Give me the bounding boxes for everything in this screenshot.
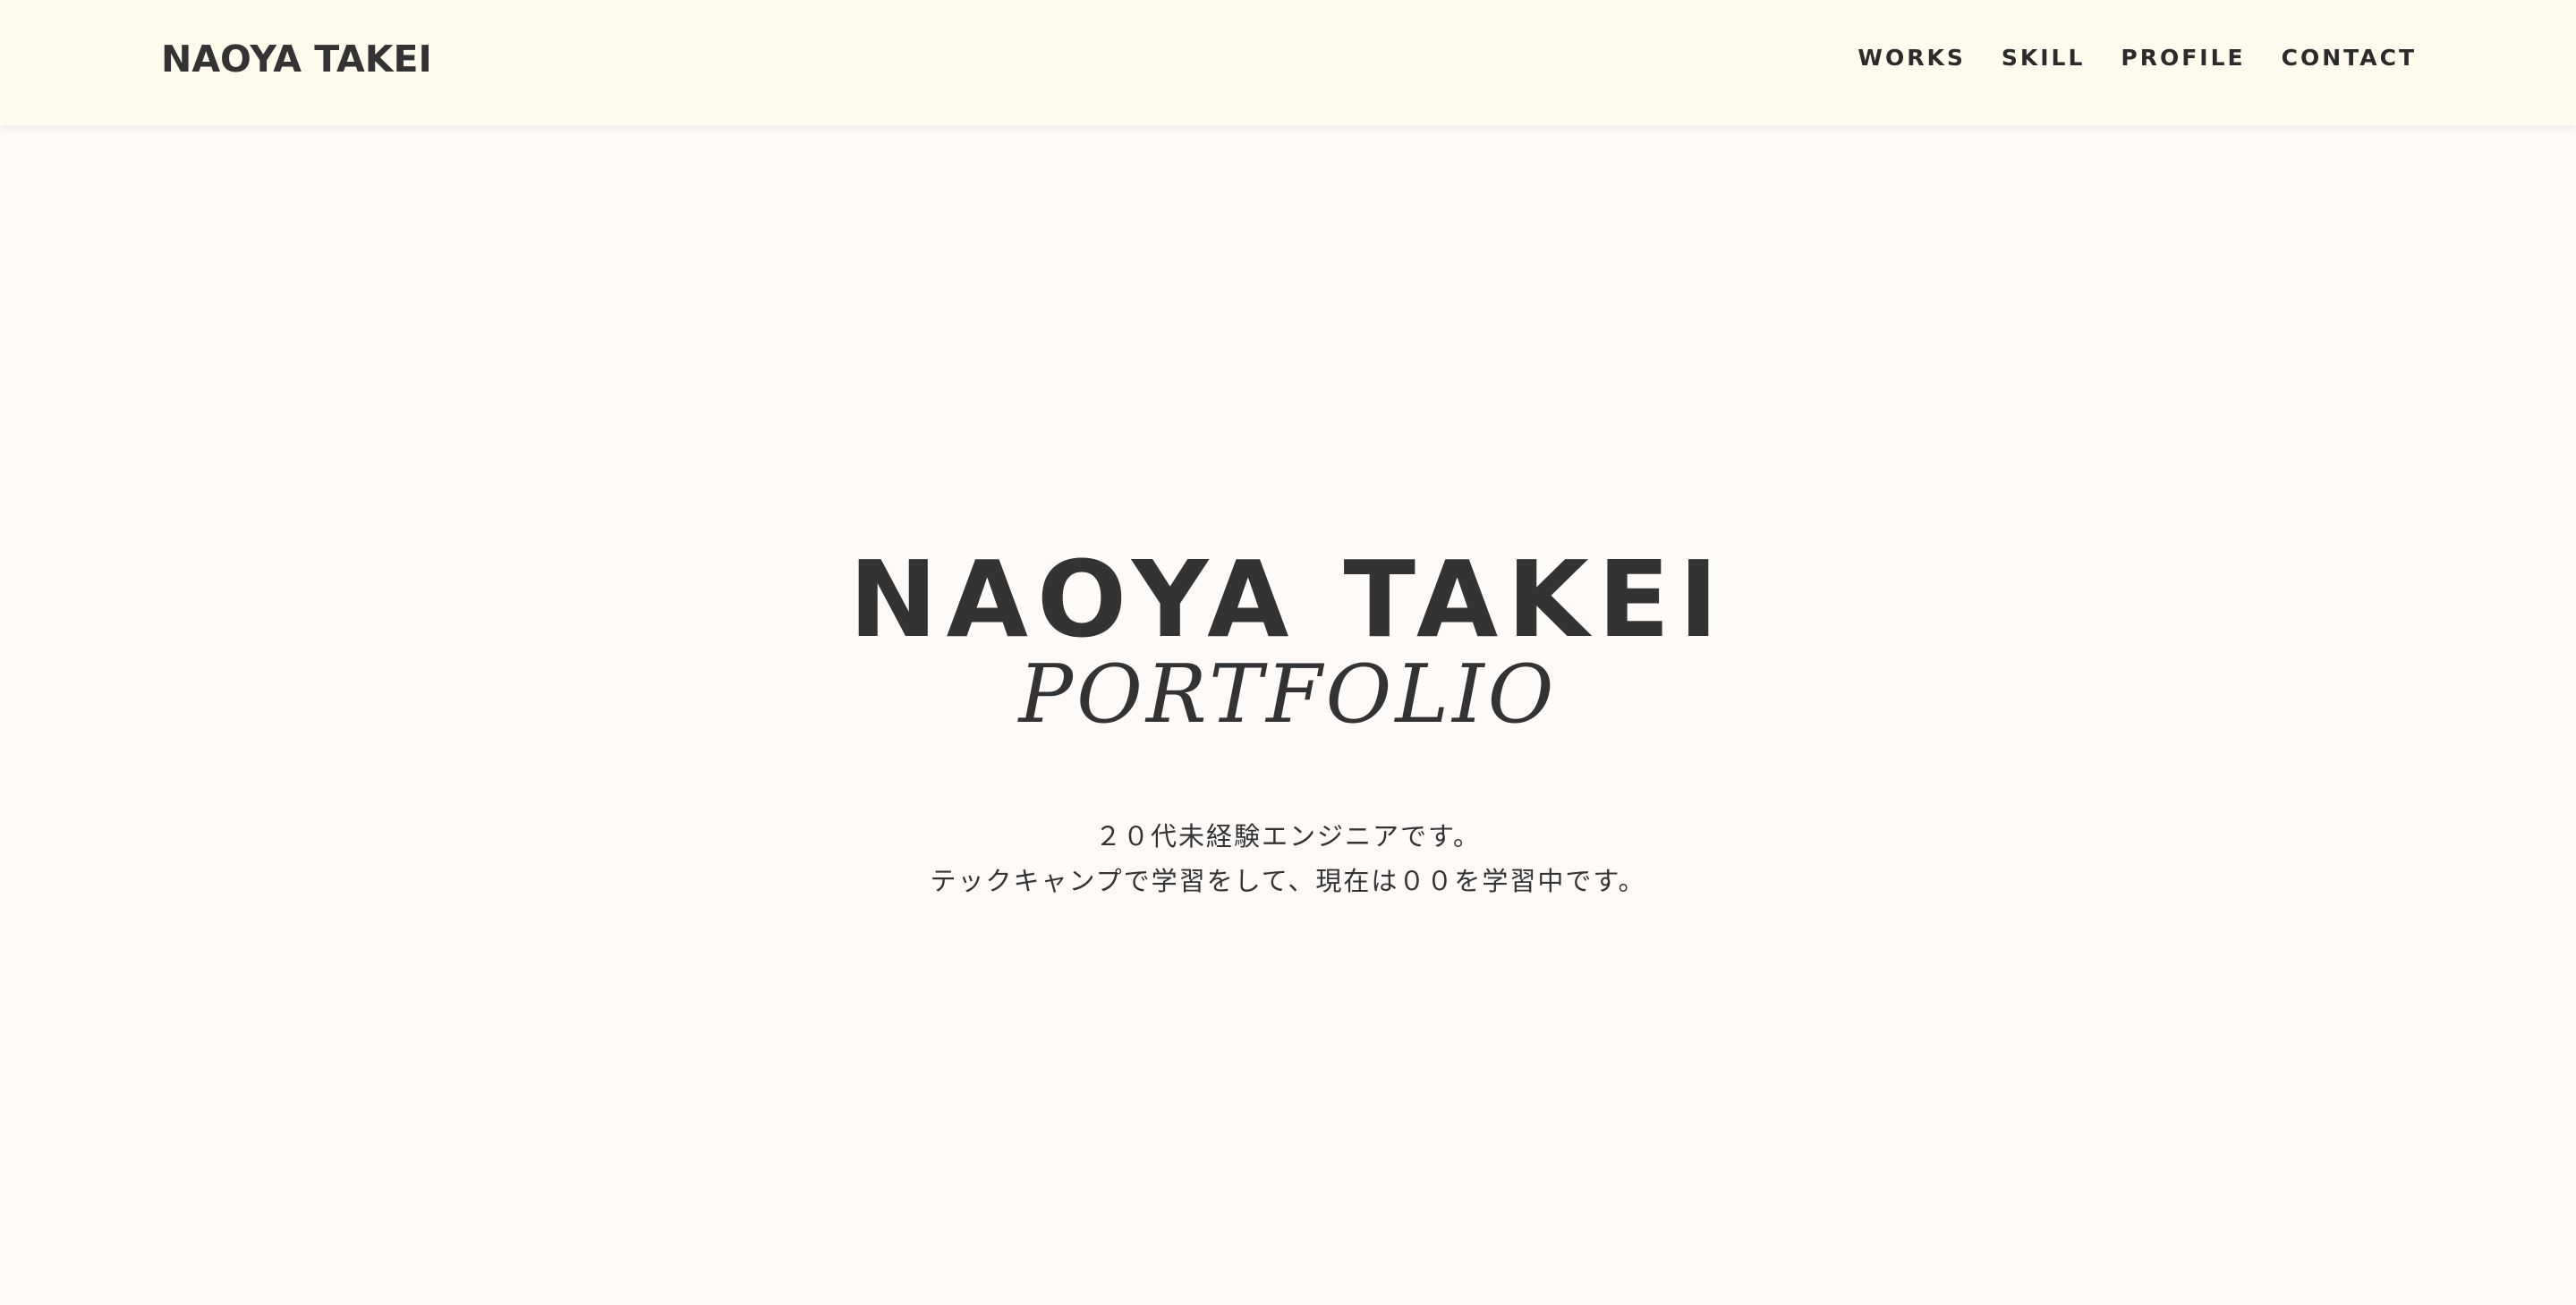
hero-description: ２０代未経験エンジニアです。 テックキャンプで学習をして、現在は００を学習中です… [0,814,2576,903]
site-logo[interactable]: NAOYA TAKEI [161,34,432,84]
hero-description-line-2: テックキャンプで学習をして、現在は００を学習中です。 [930,866,1646,896]
nav-item-profile[interactable]: PROFILE [2121,45,2245,71]
nav-item-contact[interactable]: CONTACT [2282,45,2417,71]
hero-title: NAOYA TAKEI PORTFOLIO [0,537,2576,744]
nav-item-works[interactable]: WORKS [1858,45,1965,71]
hero-subtitle: PORTFOLIO [1018,648,1558,741]
main-nav: WORKS SKILL PROFILE CONTACT [1858,39,2417,75]
site-header: NAOYA TAKEI WORKS SKILL PROFILE CONTACT [0,0,2576,125]
nav-item-skill[interactable]: SKILL [2002,45,2086,71]
hero-description-line-1: ２０代未経験エンジニアです。 [1094,821,1482,852]
hero-name: NAOYA TAKEI [848,538,1728,661]
hero-section: NAOYA TAKEI PORTFOLIO ２０代未経験エンジニアです。 テック… [0,537,2576,929]
